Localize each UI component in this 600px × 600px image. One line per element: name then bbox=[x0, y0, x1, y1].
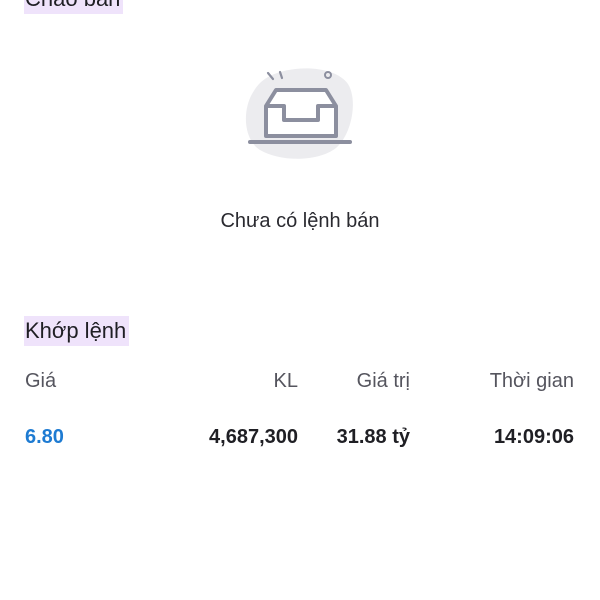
header-time: Thời gian bbox=[489, 370, 574, 392]
header-volume: KL bbox=[273, 370, 298, 392]
match-price: 6.80 bbox=[25, 426, 64, 448]
match-section-label: Khớp lệnh bbox=[24, 316, 130, 346]
match-table-header: Giá KL Giá trị Thời gian bbox=[0, 366, 600, 396]
header-price: Giá bbox=[25, 370, 57, 392]
offer-section-label: Chào bán bbox=[24, 0, 124, 14]
header-value: Giá trị bbox=[356, 370, 410, 392]
match-volume: 4,687,300 bbox=[209, 426, 298, 448]
empty-state-message: Chưa có lệnh bán bbox=[220, 210, 380, 232]
match-value: 31.88 tỷ bbox=[336, 426, 410, 448]
match-time: 14:09:06 bbox=[493, 426, 574, 448]
table-row: 6.80 4,687,300 31.88 tỷ 14:09:06 bbox=[0, 422, 600, 452]
order-book-panel: Chào bán Chưa có lệnh bán Khớp lệnh Giá … bbox=[0, 0, 600, 600]
empty-inbox-icon bbox=[240, 64, 362, 168]
